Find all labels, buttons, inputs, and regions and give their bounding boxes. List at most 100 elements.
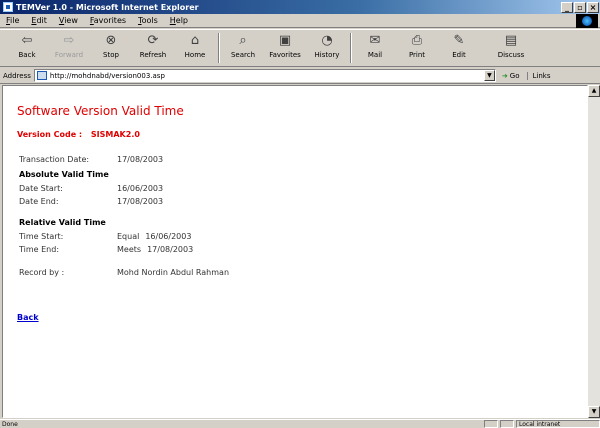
go-button[interactable]: ➔ Go: [502, 72, 520, 80]
windows-logo-icon: [576, 14, 598, 28]
date-end-value: 17/08/2003: [117, 197, 164, 206]
back-label: Back: [18, 51, 36, 59]
transaction-date-label: Transaction Date:: [19, 155, 90, 164]
time-start-operator: Equal: [117, 232, 140, 241]
menu-tools[interactable]: Tools: [132, 16, 164, 25]
mail-icon: ✉: [369, 33, 381, 48]
vertical-scrollbar[interactable]: ▲ ▼: [588, 85, 600, 418]
scroll-down-icon[interactable]: ▼: [588, 406, 600, 418]
relative-valid-time-heading: Relative Valid Time: [19, 217, 106, 227]
time-end-value: Meets 17/08/2003: [117, 245, 193, 254]
close-button[interactable]: ×: [587, 1, 599, 13]
date-start-row: Date Start: 16/06/2003: [19, 182, 229, 195]
home-icon: ⌂: [190, 33, 200, 48]
time-start-label: Time Start:: [19, 232, 64, 241]
back-link[interactable]: Back: [17, 313, 39, 322]
home-button[interactable]: ⌂ Home: [174, 30, 216, 66]
edit-label: Edit: [452, 51, 466, 59]
address-url[interactable]: http://mohdnabd/version003.asp: [50, 72, 484, 80]
menu-edit[interactable]: Edit: [25, 16, 53, 25]
status-bar: Done Local intranet: [0, 419, 600, 428]
history-icon: ◔: [321, 33, 333, 48]
toolbar-separator: [350, 33, 352, 63]
page-title: Software Version Valid Time: [17, 104, 184, 118]
version-code-label: Version Code :: [17, 130, 83, 139]
record-by-label: Record by :: [19, 268, 65, 277]
printer-icon: ⎙: [411, 33, 423, 48]
discuss-button[interactable]: ▤ Discuss: [490, 30, 532, 66]
time-end-row: Time End: Meets 17/08/2003: [19, 243, 229, 256]
mail-label: Mail: [367, 51, 383, 59]
go-label: Go: [509, 71, 520, 80]
discuss-label: Discuss: [497, 51, 525, 59]
record-by-value: Mohd Nordin Abdul Rahman: [117, 268, 230, 277]
address-input[interactable]: http://mohdnabd/version003.asp ▼: [33, 69, 496, 82]
menu-bar: File Edit View Favorites Tools Help: [0, 14, 600, 28]
security-zone: Local intranet: [516, 420, 600, 428]
date-end-label: Date End:: [19, 197, 59, 206]
window-title: TEMVer 1.0 - Microsoft Internet Explorer: [16, 2, 199, 12]
menu-file[interactable]: File: [0, 16, 25, 25]
time-end-date: 17/08/2003: [147, 245, 194, 254]
refresh-icon: ⟳: [147, 33, 159, 48]
time-end-operator: Meets: [117, 245, 142, 254]
stop-button[interactable]: ⊗ Stop: [90, 30, 132, 66]
print-label: Print: [408, 51, 426, 59]
history-button[interactable]: ◔ History: [306, 30, 348, 66]
home-label: Home: [184, 51, 206, 59]
search-icon: ⌕: [239, 33, 247, 48]
go-arrow-icon: ➔: [501, 71, 508, 80]
date-start-label: Date Start:: [19, 184, 63, 193]
standard-toolbar: ⇦ Back ⇨ Forward ⊗ Stop ⟳ Refresh ⌂ Home…: [0, 29, 600, 67]
status-panel: [484, 420, 498, 428]
search-label: Search: [230, 51, 256, 59]
mail-button[interactable]: ✉ Mail: [354, 30, 396, 66]
address-bar: Address http://mohdnabd/version003.asp ▼…: [0, 68, 600, 84]
scroll-up-icon[interactable]: ▲: [588, 85, 600, 97]
absolute-valid-time-heading: Absolute Valid Time: [19, 169, 109, 179]
menu-view[interactable]: View: [53, 16, 84, 25]
favorites-folder-icon: ▣: [278, 33, 292, 48]
version-code-value: SISMAK2.0: [90, 130, 140, 139]
time-start-row: Time Start: Equal 16/06/2003: [19, 230, 229, 243]
favorites-button[interactable]: ▣ Favorites: [264, 30, 306, 66]
back-button[interactable]: ⇦ Back: [6, 30, 48, 66]
record-by-row: Record by : Mohd Nordin Abdul Rahman: [19, 266, 229, 279]
page-content: Software Version Valid Time Version Code…: [17, 104, 229, 322]
edit-button[interactable]: ✎ Edit: [438, 30, 480, 66]
status-text: Done: [2, 420, 18, 428]
page-icon: [36, 71, 47, 80]
transaction-date-value: 17/08/2003: [117, 155, 164, 164]
time-start-date: 16/06/2003: [145, 232, 192, 241]
maximize-button[interactable]: ▫: [574, 1, 586, 13]
links-button[interactable]: Links: [527, 71, 550, 80]
back-arrow-icon: ⇦: [21, 33, 33, 48]
history-label: History: [314, 51, 340, 59]
menu-help[interactable]: Help: [164, 16, 194, 25]
address-dropdown-icon[interactable]: ▼: [483, 70, 495, 81]
discuss-icon: ▤: [504, 33, 518, 48]
status-panel: [500, 420, 514, 428]
stop-icon: ⊗: [105, 33, 117, 48]
forward-label: Forward: [54, 51, 84, 59]
title-bar: TEMVer 1.0 - Microsoft Internet Explorer…: [0, 0, 600, 14]
date-end-row: Date End: 17/08/2003: [19, 195, 229, 208]
ie-app-icon: [3, 2, 13, 12]
page-viewport: Software Version Valid Time Version Code…: [2, 85, 588, 418]
stop-label: Stop: [103, 51, 119, 59]
minimize-button[interactable]: _: [561, 1, 573, 13]
forward-button[interactable]: ⇨ Forward: [48, 30, 90, 66]
time-end-label: Time End:: [19, 245, 60, 254]
print-button[interactable]: ⎙ Print: [396, 30, 438, 66]
toolbar-separator: [218, 33, 220, 63]
menu-favorites[interactable]: Favorites: [84, 16, 132, 25]
search-button[interactable]: ⌕ Search: [222, 30, 264, 66]
address-label: Address: [3, 71, 31, 80]
forward-arrow-icon: ⇨: [63, 33, 75, 48]
transaction-date-row: Transaction Date: 17/08/2003: [19, 153, 229, 166]
refresh-button[interactable]: ⟳ Refresh: [132, 30, 174, 66]
time-start-value: Equal 16/06/2003: [117, 232, 191, 241]
version-code-row: Version Code : SISMAK2.0: [17, 130, 229, 139]
favorites-label: Favorites: [269, 51, 301, 59]
edit-icon: ✎: [453, 33, 465, 48]
